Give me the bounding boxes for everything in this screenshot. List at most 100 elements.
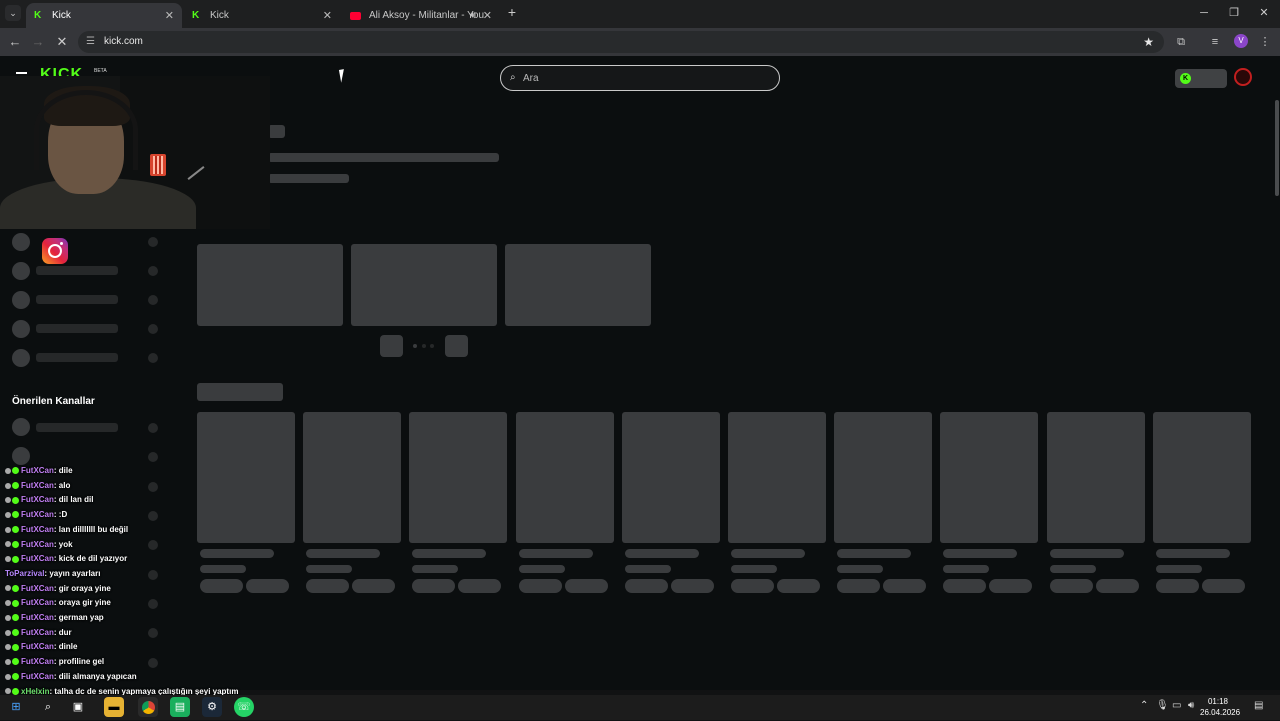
chat-username[interactable]: FutXCan bbox=[21, 495, 54, 504]
profile-avatar[interactable]: V bbox=[1234, 34, 1248, 48]
category-card-placeholder[interactable] bbox=[303, 412, 401, 543]
category-card-placeholder[interactable] bbox=[728, 412, 826, 543]
carousel-next-button[interactable] bbox=[445, 335, 468, 357]
close-icon[interactable]: ✕ bbox=[165, 9, 174, 22]
category-card-placeholder[interactable] bbox=[1047, 412, 1145, 543]
notifications-icon[interactable]: ▤ bbox=[1254, 700, 1263, 711]
tab-kick-active[interactable]: K Kick ✕ bbox=[26, 3, 182, 28]
chat-username[interactable]: FutXCan bbox=[21, 672, 54, 681]
badge-icon bbox=[5, 629, 11, 636]
microphone-icon[interactable]: 🎙︎ bbox=[1156, 700, 1169, 711]
category-title-placeholder bbox=[837, 549, 911, 558]
new-tab-button[interactable]: + bbox=[504, 4, 520, 22]
category-card-placeholder[interactable] bbox=[940, 412, 1038, 543]
verified-badge-icon bbox=[12, 599, 19, 607]
windows-start-icon[interactable]: ⊞ bbox=[6, 697, 26, 717]
chat-username[interactable]: FutXCan bbox=[21, 525, 54, 534]
file-explorer-icon[interactable]: ▬ bbox=[104, 697, 124, 717]
chat-username[interactable]: FutXCan bbox=[21, 481, 54, 490]
tab-youtube[interactable]: Ali Aksoy - Militanlar - You 🔊︎ ✕ bbox=[342, 3, 500, 28]
category-viewers-placeholder bbox=[1156, 565, 1202, 573]
scrollbar[interactable] bbox=[1275, 100, 1279, 196]
suggested-channels-title: Önerilen Kanallar bbox=[12, 396, 95, 407]
sidebar-avatar-placeholder bbox=[12, 447, 30, 465]
verified-badge-icon bbox=[12, 658, 19, 666]
tab-kick[interactable]: K Kick ✕ bbox=[184, 3, 340, 28]
media-control-icon[interactable]: ≡ bbox=[1206, 33, 1224, 51]
chat-username[interactable]: FutXCan bbox=[21, 628, 54, 637]
carousel-prev-button[interactable] bbox=[380, 335, 403, 357]
restore-icon[interactable]: ❐ bbox=[1224, 4, 1244, 22]
time: 01:18 bbox=[1207, 697, 1229, 706]
volume-icon[interactable]: 🔊︎ bbox=[1188, 700, 1194, 711]
search-bar[interactable]: ⌕ bbox=[500, 65, 780, 91]
network-icon[interactable]: ▭ bbox=[1172, 700, 1181, 711]
carousel-dot[interactable] bbox=[413, 344, 417, 348]
chat-badges bbox=[5, 584, 21, 593]
category-card-placeholder[interactable] bbox=[834, 412, 932, 543]
verified-badge-icon bbox=[12, 555, 19, 563]
carousel-dot[interactable] bbox=[422, 344, 426, 348]
chat-message: FutXCan: :D bbox=[5, 510, 67, 524]
forward-icon[interactable]: → bbox=[28, 32, 48, 52]
chat-message: FutXCan: kick de dil yazıyor bbox=[5, 554, 127, 568]
clock[interactable]: 01:18 26.04.2026 bbox=[1200, 696, 1240, 718]
badge-icon bbox=[5, 482, 11, 489]
carousel-dot[interactable] bbox=[430, 344, 434, 348]
chat-message: FutXCan: dile bbox=[5, 466, 73, 480]
category-card-placeholder[interactable] bbox=[622, 412, 720, 543]
address-bar[interactable]: ☰ kick.com ★ bbox=[78, 31, 1164, 53]
chat-message-text: dil lan dil bbox=[58, 495, 94, 505]
chat-username[interactable]: FutXCan bbox=[21, 613, 54, 622]
category-card-placeholder[interactable] bbox=[516, 412, 614, 543]
close-icon[interactable]: ✕ bbox=[483, 9, 492, 22]
chat-username[interactable]: FutXCan bbox=[21, 598, 54, 607]
chat-username[interactable]: FutXCan bbox=[21, 510, 54, 519]
chat-username[interactable]: ToParzival bbox=[5, 569, 44, 578]
stop-loading-icon[interactable]: ✕ bbox=[52, 32, 72, 52]
chat-badges bbox=[5, 598, 21, 607]
youtube-icon bbox=[350, 11, 361, 20]
chat-username[interactable]: FutXCan bbox=[21, 466, 54, 475]
chat-username[interactable]: FutXCan bbox=[21, 554, 54, 563]
whatsapp-icon[interactable]: ☏ bbox=[234, 697, 254, 717]
chat-username[interactable]: FutXCan bbox=[21, 584, 54, 593]
url-text[interactable]: kick.com bbox=[104, 36, 143, 47]
task-view-icon[interactable]: ▣ bbox=[68, 697, 88, 717]
site-info-icon[interactable]: ☰ bbox=[86, 36, 98, 48]
search-input[interactable] bbox=[523, 70, 763, 87]
category-tag-placeholder bbox=[1156, 579, 1199, 593]
featured-card-placeholder bbox=[351, 244, 497, 326]
kick-app-icon[interactable]: ▤ bbox=[170, 697, 190, 717]
steam-icon[interactable]: ⚙ bbox=[202, 697, 222, 717]
speaker-icon[interactable]: 🔊︎ bbox=[470, 10, 476, 21]
chat-badges bbox=[5, 613, 21, 622]
tab-search-icon[interactable]: ⌄ bbox=[5, 5, 21, 21]
tab-bar: ⌄ K Kick ✕ K Kick ✕ Ali Aksoy - Militanl… bbox=[0, 0, 1280, 28]
minimize-icon[interactable]: ─ bbox=[1194, 4, 1214, 22]
more-menu-icon[interactable]: ⋮ bbox=[1256, 33, 1274, 51]
back-icon[interactable]: ← bbox=[5, 32, 25, 52]
kick-icon: K bbox=[34, 9, 42, 21]
chat-message-text: yayın ayarları bbox=[49, 568, 101, 578]
chrome-icon[interactable] bbox=[138, 697, 158, 717]
chat-username[interactable]: FutXCan bbox=[21, 540, 54, 549]
login-button[interactable]: K bbox=[1175, 69, 1227, 88]
show-hidden-icons-icon[interactable]: ⌃ bbox=[1140, 700, 1148, 711]
sidebar-avatar-placeholder bbox=[12, 233, 30, 251]
verified-badge-icon bbox=[12, 511, 19, 519]
verified-badge-icon bbox=[12, 629, 19, 637]
chat-message-text: :D bbox=[58, 510, 68, 520]
chat-badges bbox=[5, 628, 21, 637]
chat-username[interactable]: FutXCan bbox=[21, 642, 54, 651]
close-icon[interactable]: ✕ bbox=[323, 9, 332, 22]
user-avatar[interactable] bbox=[1234, 68, 1252, 86]
bookmark-star-icon[interactable]: ★ bbox=[1143, 35, 1154, 49]
chat-username[interactable]: FutXCan bbox=[21, 657, 54, 666]
category-card-placeholder[interactable] bbox=[409, 412, 507, 543]
search-icon[interactable]: ⌕ bbox=[38, 697, 58, 717]
close-window-icon[interactable]: ✕ bbox=[1254, 4, 1274, 22]
extensions-icon[interactable]: ⧉ bbox=[1172, 33, 1190, 51]
tab-title: Kick bbox=[210, 10, 229, 21]
category-card-placeholder[interactable] bbox=[1153, 412, 1251, 543]
